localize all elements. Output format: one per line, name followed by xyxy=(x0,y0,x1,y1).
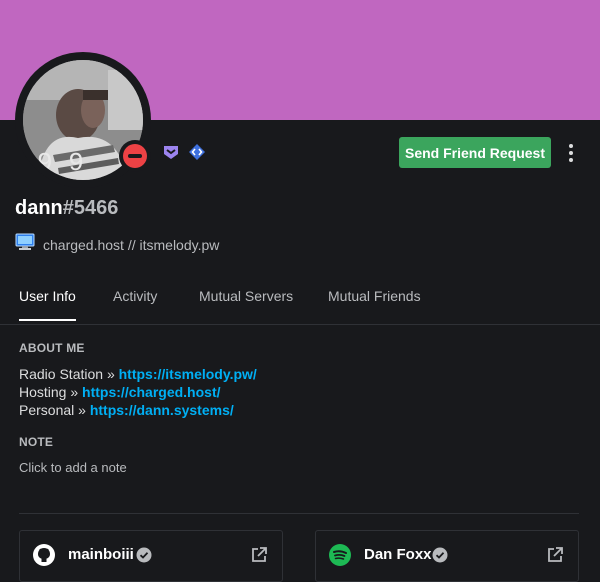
external-link-icon[interactable] xyxy=(546,546,564,564)
verified-icon xyxy=(432,547,448,563)
custom-status: charged.host // itsmelody.pw xyxy=(15,233,219,256)
custom-status-text: charged.host // itsmelody.pw xyxy=(43,236,220,253)
about-line-label: Personal » xyxy=(19,402,90,418)
connection-github: mainboiii xyxy=(19,530,283,582)
radio-link[interactable]: https://itsmelody.pw/ xyxy=(119,366,257,382)
more-dot xyxy=(569,158,573,162)
tab-activity[interactable]: Activity xyxy=(113,288,157,319)
username-name: dann xyxy=(15,197,63,219)
github-icon xyxy=(32,543,56,567)
divider xyxy=(19,513,579,514)
avatar-container[interactable]: 9 9 xyxy=(15,52,151,188)
verified-icon xyxy=(136,547,152,563)
hypesquad-icon[interactable] xyxy=(162,143,180,161)
note-heading: NOTE xyxy=(19,435,54,449)
tab-mutual-servers[interactable]: Mutual Servers xyxy=(199,288,293,319)
dnd-status-bar xyxy=(128,154,142,158)
username-discriminator: #5466 xyxy=(62,197,119,219)
external-link-icon[interactable] xyxy=(250,546,268,564)
about-line-radio: Radio Station » https://itsmelody.pw/ xyxy=(19,365,257,383)
username: dann#5466 xyxy=(15,197,118,220)
svg-text:9 9: 9 9 xyxy=(37,148,84,178)
tab-mutual-friends[interactable]: Mutual Friends xyxy=(328,288,421,319)
personal-link[interactable]: https://dann.systems/ xyxy=(90,402,234,418)
note-input[interactable]: Click to add a note xyxy=(19,459,579,479)
computer-icon xyxy=(15,233,35,256)
profile-badges xyxy=(162,143,206,161)
dnd-status-icon xyxy=(123,144,147,168)
about-me-text: Radio Station » https://itsmelody.pw/ Ho… xyxy=(19,365,257,419)
about-line-label: Radio Station » xyxy=(19,366,119,382)
more-dot xyxy=(569,151,573,155)
profile-tabs: User Info Activity Mutual Servers Mutual… xyxy=(0,278,600,325)
about-line-label: Hosting » xyxy=(19,384,83,400)
more-vertical-icon[interactable] xyxy=(562,140,580,166)
status-indicator xyxy=(119,140,151,172)
connection-spotify: Dan Foxx xyxy=(315,530,579,582)
more-dot xyxy=(569,144,573,148)
about-line-hosting: Hosting » https://charged.host/ xyxy=(19,383,257,401)
about-me-heading: ABOUT ME xyxy=(19,341,85,355)
spotify-icon xyxy=(328,543,352,567)
active-developer-icon[interactable] xyxy=(188,143,206,161)
tab-user-info[interactable]: User Info xyxy=(19,288,76,321)
about-line-personal: Personal » https://dann.systems/ xyxy=(19,401,257,419)
send-friend-request-button[interactable]: Send Friend Request xyxy=(399,137,551,168)
connection-name: mainboiii xyxy=(68,546,134,563)
connection-name: Dan Foxx xyxy=(364,546,432,563)
hosting-link[interactable]: https://charged.host/ xyxy=(82,384,220,400)
